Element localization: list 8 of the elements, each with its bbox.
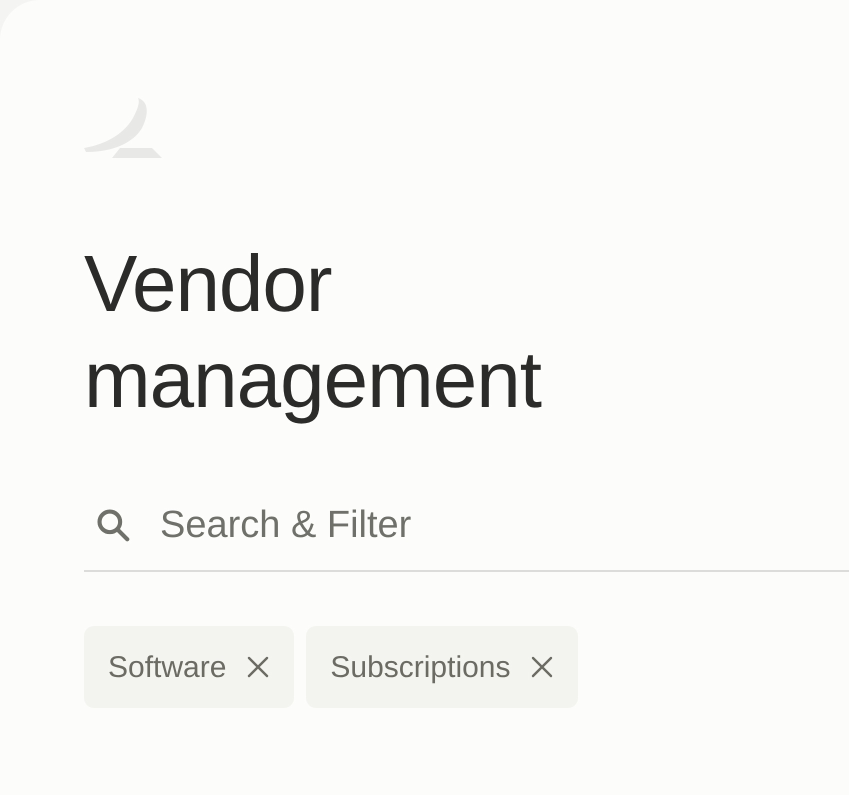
filter-chip-label: Software: [108, 650, 226, 686]
close-icon[interactable]: [246, 655, 270, 679]
filter-chip-label: Subscriptions: [330, 650, 510, 686]
filter-chip[interactable]: Software: [84, 626, 294, 708]
filter-chip[interactable]: Subscriptions: [306, 626, 578, 708]
page-title: Vendor management: [84, 238, 542, 426]
search-field[interactable]: Search & Filter: [160, 496, 849, 554]
close-icon[interactable]: [530, 655, 554, 679]
